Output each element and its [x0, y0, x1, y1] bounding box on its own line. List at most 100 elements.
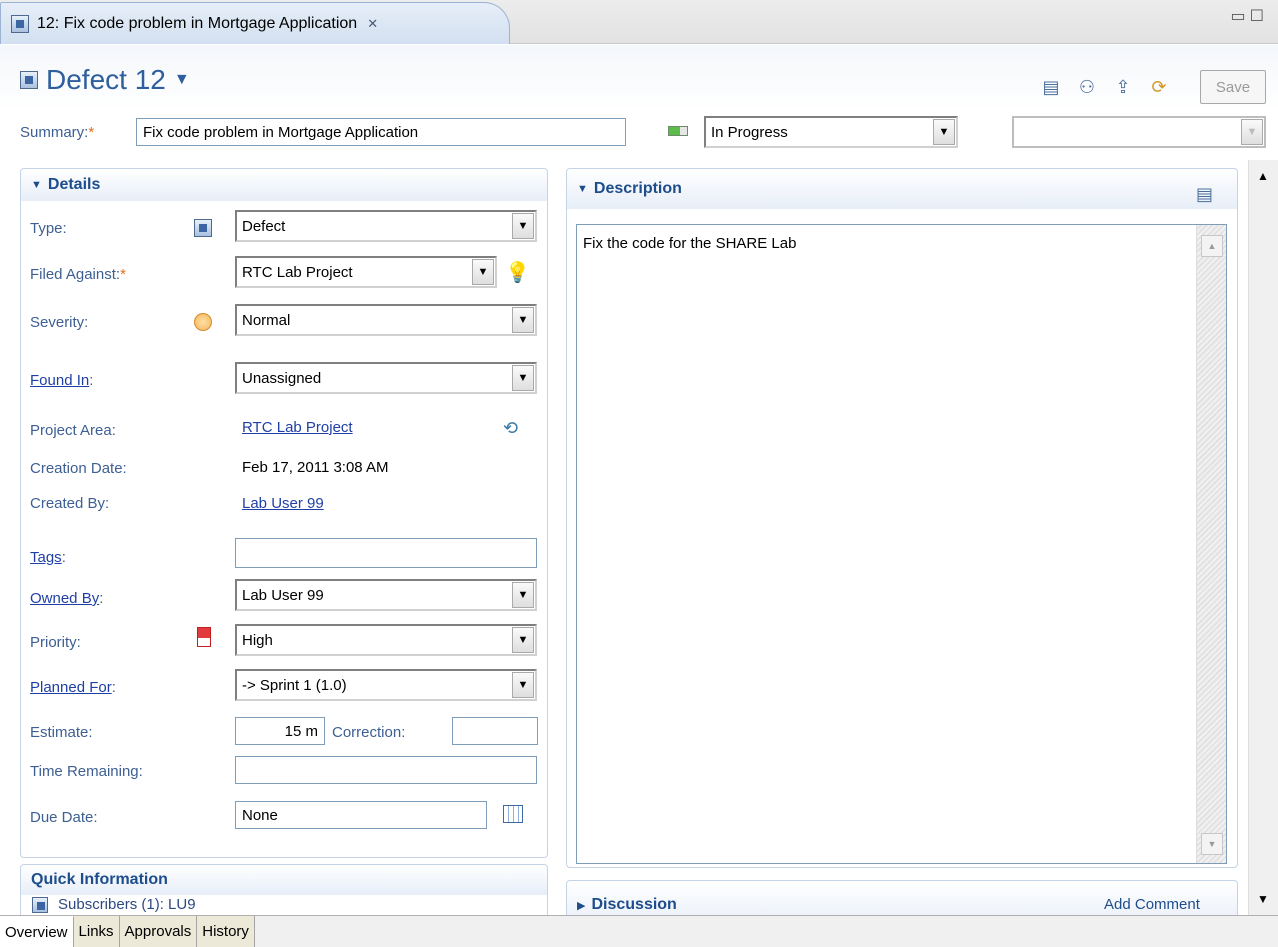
colon-text: : — [111, 679, 116, 696]
preview-icon[interactable]: ▤ — [1040, 76, 1062, 98]
filed-against-select[interactable]: RTC Lab Project ▼ — [235, 256, 497, 288]
defect-type-icon — [194, 219, 212, 238]
priority-icon — [197, 627, 211, 647]
scroll-down-icon[interactable]: ▼ — [1252, 887, 1274, 911]
owned-by-link[interactable]: Owned By — [30, 590, 99, 607]
save-button[interactable]: Save — [1200, 70, 1266, 104]
details-header[interactable]: ▼ Details — [21, 169, 547, 201]
maximize-icon[interactable]: ☐ — [1250, 8, 1268, 25]
subscribers-text: Subscribers (1): LU9 — [58, 896, 196, 913]
close-icon[interactable]: ✕ — [367, 16, 378, 32]
tab-overview[interactable]: Overview — [0, 916, 74, 947]
tags-link[interactable]: Tags — [30, 549, 62, 566]
chevron-down-icon[interactable]: ▼ — [174, 71, 190, 89]
chevron-down-icon[interactable]: ▼ — [512, 672, 534, 698]
filed-against-label-wrap: Filed Against:* — [30, 266, 126, 283]
chevron-down-icon[interactable]: ▼ — [933, 119, 955, 145]
page-title[interactable]: Defect 12 ▼ — [20, 64, 190, 96]
chevron-down-icon[interactable]: ▼ — [512, 213, 534, 239]
description-text[interactable]: Fix the code for the SHARE Lab — [577, 225, 1226, 262]
collapse-triangle-icon[interactable]: ▼ — [31, 179, 42, 191]
chevron-down-icon[interactable]: ▼ — [512, 627, 534, 653]
owned-by-label-wrap: Owned By: — [30, 590, 103, 607]
summary-label-wrap: Summary:* — [20, 124, 94, 141]
state-select[interactable]: In Progress ▼ — [704, 116, 958, 148]
priority-select[interactable]: High ▼ — [235, 624, 537, 656]
found-in-link[interactable]: Found In — [30, 372, 89, 389]
created-by-link[interactable]: Lab User 99 — [242, 495, 324, 512]
state-value: In Progress — [711, 123, 788, 141]
chevron-down-icon[interactable]: ▼ — [512, 582, 534, 608]
priority-value: High — [242, 631, 273, 649]
work-item-icon — [11, 14, 29, 33]
severity-select[interactable]: Normal ▼ — [235, 304, 537, 336]
minimize-icon[interactable]: ▭ — [1231, 8, 1250, 25]
time-remaining-label: Time Remaining: — [30, 763, 143, 780]
tab-links[interactable]: Links — [73, 916, 120, 947]
description-header[interactable]: ▼ Description — [567, 169, 1237, 209]
extract-icon[interactable]: ⇪ — [1112, 76, 1134, 98]
page-title-text: Defect 12 — [46, 64, 166, 95]
required-marker: * — [120, 266, 126, 283]
tab-approvals[interactable]: Approvals — [119, 916, 198, 947]
description-scrollbar[interactable]: ▲ ▼ — [1196, 225, 1226, 863]
chevron-down-icon[interactable]: ▼ — [512, 307, 534, 333]
owned-by-select[interactable]: Lab User 99 ▼ — [235, 579, 537, 611]
project-area-icon[interactable]: ⟲ — [503, 418, 518, 439]
planned-for-value: -> Sprint 1 (1.0) — [242, 676, 347, 694]
quick-info-title: Quick Information — [31, 871, 168, 888]
creation-date-label: Creation Date: — [30, 460, 127, 477]
due-date-label: Due Date: — [30, 809, 98, 826]
bottom-tabs: Overview Links Approvals History — [0, 915, 1278, 947]
estimate-input[interactable] — [235, 717, 325, 745]
subscribers-icon — [32, 896, 48, 913]
tab-history[interactable]: History — [197, 916, 255, 947]
lightbulb-icon[interactable]: 💡 — [505, 260, 530, 285]
creation-date-value: Feb 17, 2011 3:08 AM — [242, 459, 389, 476]
severity-icon — [194, 313, 212, 331]
scroll-up-icon[interactable]: ▲ — [1201, 235, 1223, 257]
estimate-label: Estimate: — [30, 724, 93, 741]
project-area-link[interactable]: RTC Lab Project — [242, 419, 353, 436]
priority-label: Priority: — [30, 634, 81, 651]
refresh-icon[interactable]: ⟳ — [1148, 76, 1170, 98]
description-preview-icon[interactable]: ▤ — [1196, 184, 1213, 205]
filed-against-label: Filed Against: — [30, 266, 121, 283]
tags-input[interactable] — [235, 538, 537, 568]
description-editor[interactable]: Fix the code for the SHARE Lab ▲ ▼ — [576, 224, 1227, 864]
correction-input[interactable] — [452, 717, 538, 745]
type-select[interactable]: Defect ▼ — [235, 210, 537, 242]
scroll-up-icon[interactable]: ▲ — [1252, 164, 1274, 188]
planned-for-select[interactable]: -> Sprint 1 (1.0) ▼ — [235, 669, 537, 701]
found-in-value: Unassigned — [242, 369, 322, 387]
chevron-down-icon[interactable]: ▼ — [1241, 119, 1263, 145]
scroll-down-icon[interactable]: ▼ — [1201, 833, 1223, 855]
expand-triangle-icon[interactable]: ▶ — [577, 899, 585, 912]
found-in-select[interactable]: Unassigned ▼ — [235, 362, 537, 394]
correction-label: Correction: — [332, 724, 406, 741]
main-scrollbar[interactable]: ▲ ▼ — [1248, 160, 1278, 915]
editor-tab[interactable]: 12: Fix code problem in Mortgage Applica… — [0, 2, 510, 44]
find-related-icon[interactable]: ⚇ — [1076, 76, 1098, 98]
calendar-icon[interactable] — [503, 805, 523, 823]
summary-label: Summary: — [20, 124, 89, 141]
time-remaining-input[interactable] — [235, 756, 537, 784]
severity-label: Severity: — [30, 314, 89, 331]
chevron-down-icon[interactable]: ▼ — [512, 365, 534, 391]
owned-by-value: Lab User 99 — [242, 586, 324, 604]
chevron-down-icon[interactable]: ▼ — [472, 259, 494, 285]
filed-against-value: RTC Lab Project — [242, 263, 353, 281]
due-date-input[interactable] — [235, 801, 487, 829]
summary-input[interactable] — [136, 118, 626, 146]
subscribers-row[interactable]: Subscribers (1): LU9 — [32, 896, 196, 913]
view-controls[interactable]: ▭☐ — [1231, 6, 1268, 26]
collapse-triangle-icon[interactable]: ▼ — [577, 183, 588, 195]
planned-for-label-wrap: Planned For: — [30, 679, 116, 696]
planned-for-link[interactable]: Planned For — [30, 679, 112, 696]
description-title: Description — [593, 180, 682, 197]
resolution-select[interactable]: ▼ — [1012, 116, 1266, 148]
add-comment-link[interactable]: Add Comment — [1104, 896, 1200, 913]
colon-text: : — [89, 372, 94, 389]
quick-info-header[interactable]: Quick Information — [21, 865, 547, 895]
discussion-title: Discussion — [591, 896, 677, 913]
